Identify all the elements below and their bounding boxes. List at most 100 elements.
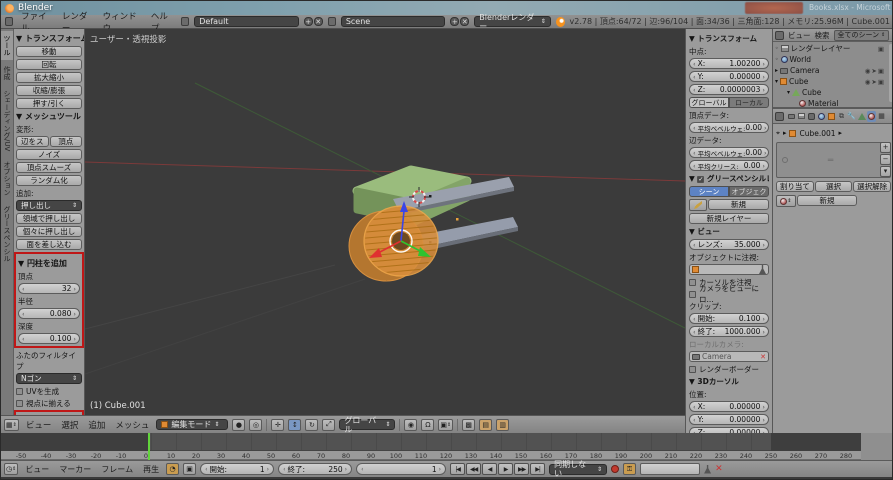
- render-restrict-icon[interactable]: ▣: [878, 67, 884, 75]
- next-keyframe-button[interactable]: ▶▶: [514, 463, 529, 475]
- menu-view[interactable]: ビュー: [23, 419, 55, 431]
- add-slot-button[interactable]: +: [880, 142, 891, 153]
- outliner-menu-view[interactable]: ビュー: [788, 30, 811, 41]
- generate-uv-row[interactable]: UVを生成: [16, 386, 82, 396]
- breadcrumb-object-name[interactable]: Cube.001: [799, 129, 835, 138]
- lock-cursor-checkbox[interactable]: [689, 279, 696, 286]
- sync-mode-select[interactable]: 同期しない⇕: [549, 464, 607, 475]
- timeline-band[interactable]: [1, 433, 861, 451]
- panel-mesh-tools-header[interactable]: ▼ メッシュツール: [16, 111, 82, 122]
- selectability-icon[interactable]: ➤: [871, 78, 876, 86]
- tab-render-layers[interactable]: [797, 111, 806, 122]
- editor-type-button[interactable]: ▦⇕: [4, 419, 19, 431]
- np-view-header[interactable]: ▼ ビュー: [689, 226, 769, 237]
- clear-camera-icon[interactable]: ✕: [760, 353, 766, 361]
- occlude-geometry-button[interactable]: ▩: [462, 419, 475, 431]
- keying-set-button[interactable]: ⚿: [623, 463, 636, 475]
- extrude-individual-button[interactable]: 個々に押し出し: [16, 226, 82, 237]
- clip-end-field[interactable]: ‹終了:1000.000›: [689, 326, 769, 337]
- edge-slide-button[interactable]: 辺をス: [16, 136, 49, 147]
- timeline-menu-marker[interactable]: マーカー: [56, 464, 94, 475]
- tab-shading-uv[interactable]: シェーディング/UV: [1, 86, 13, 155]
- pin-icon[interactable]: ⌖: [776, 129, 780, 138]
- local-camera-field[interactable]: Camera✕: [689, 351, 769, 362]
- randomize-button[interactable]: ランダム化: [16, 175, 82, 186]
- delete-layout-button[interactable]: ✕: [314, 17, 323, 26]
- tab-object[interactable]: [827, 111, 836, 122]
- global-button[interactable]: グローバル: [689, 97, 729, 108]
- eyedropper-icon[interactable]: [704, 465, 711, 474]
- cursor-y-field[interactable]: ‹Y:0.00000›: [689, 414, 769, 425]
- toggle-icon[interactable]: ▣: [878, 45, 884, 53]
- outliner-item-cube-data[interactable]: ▾Cube: [775, 87, 892, 98]
- editor-type-icon[interactable]: [5, 17, 13, 26]
- prev-keyframe-button[interactable]: ◀◀: [466, 463, 481, 475]
- orientation-select[interactable]: グローバル⇕: [339, 419, 395, 430]
- rotate-button[interactable]: 回転: [16, 59, 82, 70]
- jump-to-end-button[interactable]: ▶|: [530, 463, 545, 475]
- jump-to-start-button[interactable]: |◀: [450, 463, 465, 475]
- noise-button[interactable]: ノイズ: [16, 149, 82, 160]
- tab-options[interactable]: オプション: [1, 157, 13, 200]
- screen-layout-select[interactable]: Default: [194, 16, 298, 27]
- pivot-point-button[interactable]: ◎: [249, 419, 262, 431]
- menu-add[interactable]: 追加: [85, 419, 108, 431]
- rotate-manipulator-button[interactable]: ↻: [305, 419, 318, 431]
- edge-bevel-field[interactable]: ‹平均ベベルウェ:0.00›: [689, 147, 769, 158]
- outliner-item-world[interactable]: ◦World: [775, 54, 892, 65]
- current-frame-field[interactable]: ‹1›: [356, 463, 446, 475]
- slot-specials-button[interactable]: ▾: [880, 166, 891, 177]
- render-engine-select[interactable]: Blenderレンダー⇕: [474, 16, 550, 27]
- tab-texture[interactable]: ▦: [877, 111, 886, 122]
- manipulator-toggle-button[interactable]: ✛: [271, 419, 284, 431]
- eyedropper-icon[interactable]: [759, 265, 766, 274]
- browse-material-button[interactable]: ⇕: [776, 195, 796, 207]
- cap-fill-select[interactable]: Nゴン⇕: [16, 373, 82, 384]
- outliner-scrollbar[interactable]: [889, 44, 893, 102]
- new-material-button[interactable]: 新規: [797, 195, 857, 206]
- grease-pencil-mode-button[interactable]: [689, 199, 707, 211]
- median-x-field[interactable]: ‹X:1.00200›: [689, 58, 769, 69]
- selectability-icon[interactable]: ➤: [871, 67, 876, 75]
- timeline-ruler-numbers[interactable]: -50-40-30-20-100102030405060708090100110…: [1, 451, 861, 460]
- render-border-row[interactable]: レンダーボーダー: [689, 364, 769, 374]
- inset-faces-button[interactable]: 面を差し込む: [16, 239, 82, 250]
- lock-object-field[interactable]: [689, 264, 769, 275]
- material-slot-list[interactable]: ═ + − ▾: [776, 142, 891, 178]
- visibility-eye-icon[interactable]: ◉: [865, 67, 871, 75]
- clip-start-field[interactable]: ‹開始:0.100›: [689, 313, 769, 324]
- render-border-checkbox[interactable]: [689, 366, 696, 373]
- viewport-3d[interactable]: ユーザー・透視投影 (1) Cube.001: [85, 29, 685, 415]
- properties-editor-type-icon[interactable]: [775, 112, 784, 121]
- render-restrict-icon[interactable]: ▣: [878, 78, 884, 86]
- translate-manipulator-button[interactable]: ↕: [288, 419, 301, 431]
- tab-modifiers[interactable]: 🔧: [847, 111, 856, 122]
- select-button[interactable]: 選択: [815, 181, 853, 192]
- outliner-item-camera[interactable]: ▸Camera◉➤▣: [775, 65, 892, 76]
- outliner-editor-type-icon[interactable]: [775, 31, 784, 40]
- menu-select[interactable]: 選択: [58, 419, 81, 431]
- viewport-canvas[interactable]: [85, 29, 685, 415]
- align-view-row[interactable]: 視点に揃える: [16, 398, 82, 408]
- clear-keying-set-icon[interactable]: ✕: [715, 464, 723, 474]
- extrude-menu[interactable]: 押し出し⇕: [16, 200, 82, 211]
- tab-world[interactable]: [817, 111, 826, 122]
- median-y-field[interactable]: ‹Y:0.00000›: [689, 71, 769, 82]
- tab-material[interactable]: [867, 111, 876, 122]
- add-scene-button[interactable]: +: [450, 17, 459, 26]
- smooth-vertex-button[interactable]: 頂点スムーズ: [16, 162, 82, 173]
- np-transform-header[interactable]: ▼ トランスフォーム: [689, 33, 769, 44]
- new-layer-button[interactable]: 新規レイヤー: [689, 213, 769, 224]
- delete-scene-button[interactable]: ✕: [460, 17, 469, 26]
- assign-button[interactable]: 割り当て: [776, 181, 814, 192]
- proportional-edit-button[interactable]: ◉: [404, 419, 417, 431]
- lock-camera-checkbox[interactable]: [689, 291, 696, 298]
- render-opengl-button[interactable]: ▤: [479, 419, 492, 431]
- play-reverse-button[interactable]: ◀: [482, 463, 497, 475]
- cursor-x-field[interactable]: ‹X:0.00000›: [689, 401, 769, 412]
- grease-scene-button[interactable]: シーン: [689, 186, 729, 197]
- scale-manipulator-button[interactable]: ⤢: [322, 419, 335, 431]
- tab-tools[interactable]: ツール: [1, 31, 13, 60]
- visibility-eye-icon[interactable]: ◉: [865, 78, 871, 86]
- translate-button[interactable]: 移動: [16, 46, 82, 57]
